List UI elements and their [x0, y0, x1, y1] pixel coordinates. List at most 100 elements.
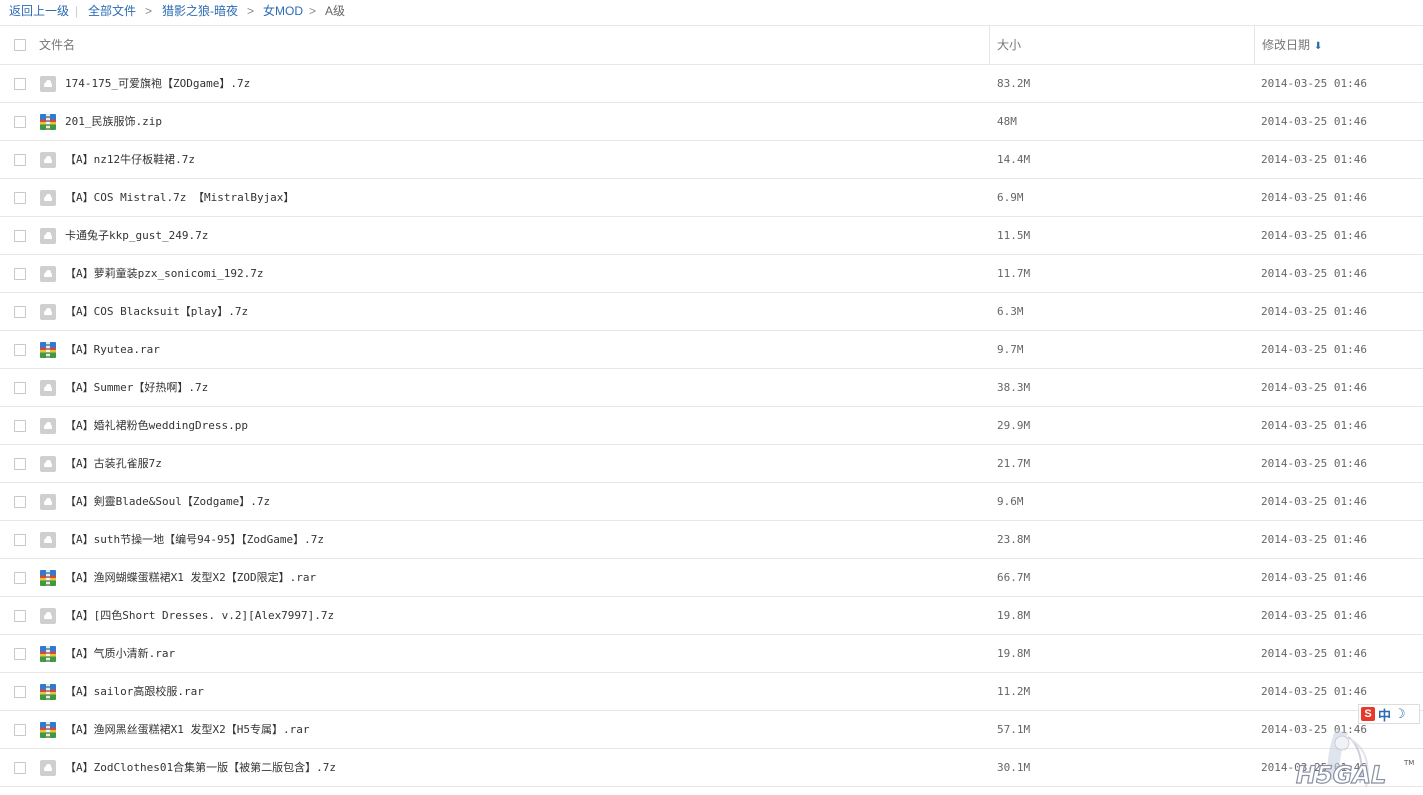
row-checkbox[interactable]: [14, 458, 26, 470]
file-name-link[interactable]: 【A】suth节操一地【编号94-95】【ZodGame】.7z: [65, 521, 324, 559]
file-row[interactable]: 【A】sailor高跟校服.rar 11.2M 2014-03-25 01:46: [0, 673, 1423, 711]
select-all-checkbox[interactable]: [14, 39, 26, 51]
ime-mode-toggle[interactable]: 中: [1378, 705, 1391, 724]
file-name-link[interactable]: 【A】COS Mistral.7z 【MistralByjax】: [65, 179, 294, 217]
file-name-link[interactable]: 【A】COS Blacksuit【play】.7z: [65, 293, 248, 331]
file-name-link[interactable]: 【A】萝莉童装pzx_sonicomi_192.7z: [65, 255, 263, 293]
file-modified-date: 2014-03-25 01:46: [1261, 77, 1367, 90]
file-row[interactable]: 201_民族服饰.zip 48M 2014-03-25 01:46: [0, 103, 1423, 141]
file-name-link[interactable]: 【A】气质小清新.rar: [65, 635, 175, 673]
back-link[interactable]: 返回上一级: [9, 0, 69, 22]
row-checkbox[interactable]: [14, 610, 26, 622]
breadcrumb-divider: |: [75, 4, 79, 18]
row-checkbox[interactable]: [14, 724, 26, 736]
file-generic-icon: [40, 532, 56, 548]
file-row[interactable]: 【A】婚礼裙粉色weddingDress.pp 29.9M 2014-03-25 0…: [0, 407, 1423, 445]
arrow-down-icon[interactable]: ⬇: [1314, 41, 1322, 52]
file-row[interactable]: 【A】剣靈Blade&Soul【Zodgame】.7z 9.6M 2014-03-2…: [0, 483, 1423, 521]
row-checkbox[interactable]: [14, 268, 26, 280]
row-checkbox[interactable]: [14, 116, 26, 128]
file-name-link[interactable]: 【A】nz12牛仔板鞋裙.7z: [65, 141, 195, 179]
file-modified-date: 2014-03-25 01:46: [1261, 457, 1367, 470]
column-divider[interactable]: [1254, 26, 1255, 64]
file-row[interactable]: 【A】Ryutea.rar 9.7M 2014-03-25 01:46: [0, 331, 1423, 369]
file-generic-icon: [40, 266, 56, 282]
row-checkbox[interactable]: [14, 762, 26, 774]
file-row[interactable]: 174-175_可爱旗袍【ZODgame】.7z 83.2M 2014-03-25 …: [0, 65, 1423, 103]
row-checkbox[interactable]: [14, 686, 26, 698]
breadcrumb-arrow: >: [145, 4, 153, 18]
file-row[interactable]: 【A】古装孔雀服7z 21.7M 2014-03-25 01:46: [0, 445, 1423, 483]
file-name-link[interactable]: 201_民族服饰.zip: [65, 103, 162, 141]
file-size: 11.7M: [997, 267, 1031, 280]
file-generic-icon: [40, 304, 56, 320]
file-generic-icon: [40, 152, 56, 168]
file-name-link[interactable]: 卡通兔子kkp_gust_249.7z: [65, 217, 208, 255]
column-divider[interactable]: [989, 26, 990, 64]
file-row[interactable]: 【A】COS Mistral.7z 【MistralByjax】 6.9M 2014…: [0, 179, 1423, 217]
file-name-link[interactable]: 【A】婚礼裙粉色weddingDress.pp: [65, 407, 248, 445]
file-modified-date: 2014-03-25 01:46: [1261, 685, 1367, 698]
file-row[interactable]: 【A】气质小清新.rar 19.8M 2014-03-25 01:46: [0, 635, 1423, 673]
row-checkbox[interactable]: [14, 534, 26, 546]
file-size: 66.7M: [997, 571, 1031, 584]
breadcrumb: 返回上一级 | 全部文件 > 猎影之狼-暗夜 > 女MOD > A级: [0, 0, 1423, 25]
row-checkbox[interactable]: [14, 344, 26, 356]
row-checkbox[interactable]: [14, 154, 26, 166]
file-row[interactable]: 【A】[四色Short Dresses. v.2][Alex7997].7z 19…: [0, 597, 1423, 635]
row-checkbox[interactable]: [14, 572, 26, 584]
file-size: 14.4M: [997, 153, 1031, 166]
file-modified-date: 2014-03-25 01:46: [1261, 229, 1367, 242]
breadcrumb-all-files[interactable]: 全部文件: [88, 0, 136, 22]
row-checkbox[interactable]: [14, 648, 26, 660]
moon-icon[interactable]: ☽: [1394, 706, 1406, 722]
file-name-link[interactable]: 【A】Ryutea.rar: [65, 331, 160, 369]
row-checkbox[interactable]: [14, 420, 26, 432]
archive-icon: [40, 114, 56, 130]
file-name-link[interactable]: 【A】古装孔雀服7z: [65, 445, 162, 483]
file-modified-date: 2014-03-25 01:46: [1261, 343, 1367, 356]
file-size: 11.5M: [997, 229, 1031, 242]
breadcrumb-folder-2[interactable]: 女MOD: [263, 0, 303, 22]
row-checkbox[interactable]: [14, 192, 26, 204]
archive-icon: [40, 684, 56, 700]
archive-icon: [40, 722, 56, 738]
file-row[interactable]: 【A】suth节操一地【编号94-95】【ZodGame】.7z 23.8M 201…: [0, 521, 1423, 559]
file-name-link[interactable]: 【A】渔网黑丝蛋糕裙X1 发型X2【H5专属】.rar: [65, 711, 309, 749]
file-name-link[interactable]: 174-175_可爱旗袍【ZODgame】.7z: [65, 65, 250, 103]
row-checkbox[interactable]: [14, 496, 26, 508]
file-row[interactable]: 【A】Summer【好热啊】.7z 38.3M 2014-03-25 01:46: [0, 369, 1423, 407]
file-name-link[interactable]: 【A】渔网蝴蝶蛋糕裙X1 发型X2【ZOD限定】.rar: [65, 559, 316, 597]
file-row[interactable]: 【A】ZodClothes01合集第一版【被第二版包含】.7z 30.1M 2014…: [0, 749, 1423, 787]
file-row[interactable]: 【A】渔网蝴蝶蛋糕裙X1 发型X2【ZOD限定】.rar 66.7M 2014-03…: [0, 559, 1423, 597]
ime-toolbar[interactable]: S 中 ☽: [1358, 704, 1420, 724]
row-checkbox[interactable]: [14, 78, 26, 90]
file-name-link[interactable]: 【A】ZodClothes01合集第一版【被第二版包含】.7z: [65, 749, 336, 787]
column-header-name[interactable]: 文件名: [39, 26, 75, 64]
breadcrumb-current: A级: [325, 4, 346, 18]
file-generic-icon: [40, 228, 56, 244]
column-header-size[interactable]: 大小: [997, 26, 1021, 64]
breadcrumb-folder-1[interactable]: 猎影之狼-暗夜: [162, 0, 238, 22]
row-checkbox[interactable]: [14, 382, 26, 394]
file-row[interactable]: 【A】COS Blacksuit【play】.7z 6.3M 2014-03-25 …: [0, 293, 1423, 331]
file-generic-icon: [40, 456, 56, 472]
file-size: 30.1M: [997, 761, 1031, 774]
file-name-link[interactable]: 【A】sailor高跟校服.rar: [65, 673, 204, 711]
file-generic-icon: [40, 494, 56, 510]
file-name-link[interactable]: 【A】[四色Short Dresses. v.2][Alex7997].7z: [65, 597, 334, 635]
file-row[interactable]: 【A】渔网黑丝蛋糕裙X1 发型X2【H5专属】.rar 57.1M 2014-03-…: [0, 711, 1423, 749]
file-generic-icon: [40, 418, 56, 434]
file-size: 9.6M: [997, 495, 1024, 508]
file-row[interactable]: 【A】nz12牛仔板鞋裙.7z 14.4M 2014-03-25 01:46: [0, 141, 1423, 179]
file-name-link[interactable]: 【A】Summer【好热啊】.7z: [65, 369, 208, 407]
file-modified-date: 2014-03-25 01:46: [1261, 571, 1367, 584]
file-generic-icon: [40, 380, 56, 396]
row-checkbox[interactable]: [14, 230, 26, 242]
file-row[interactable]: 卡通兔子kkp_gust_249.7z 11.5M 2014-03-25 01:46: [0, 217, 1423, 255]
column-header-date[interactable]: 修改日期 ⬇: [1262, 26, 1322, 66]
file-name-link[interactable]: 【A】剣靈Blade&Soul【Zodgame】.7z: [65, 483, 270, 521]
file-row[interactable]: 【A】萝莉童装pzx_sonicomi_192.7z 11.7M 2014-03-2…: [0, 255, 1423, 293]
file-list-header: 文件名 大小 修改日期 ⬇: [0, 25, 1423, 65]
row-checkbox[interactable]: [14, 306, 26, 318]
